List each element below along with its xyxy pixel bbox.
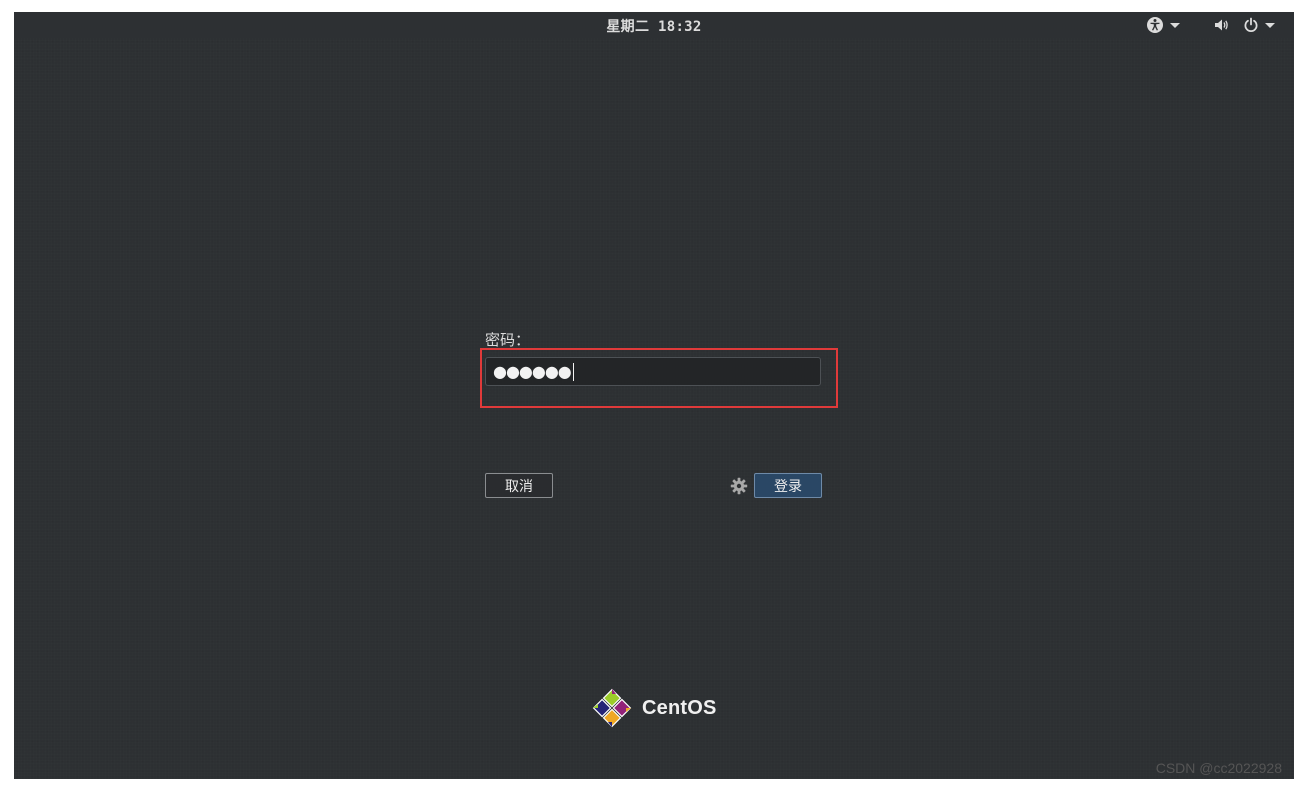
- watermark: CSDN @cc2022928: [1155, 760, 1282, 776]
- volume-indicator[interactable]: [1213, 16, 1229, 34]
- chevron-down-icon: [1170, 22, 1180, 28]
- centos-logo: CentOS: [590, 686, 717, 730]
- password-input[interactable]: ●●●●●●: [485, 357, 821, 386]
- password-label: 密码：: [485, 331, 531, 349]
- cancel-button[interactable]: 取消: [485, 473, 553, 498]
- login-button[interactable]: 登录: [754, 473, 822, 498]
- centos-emblem-icon: [592, 688, 632, 728]
- password-mask: ●●●●●●: [493, 362, 572, 381]
- centos-wordmark: CentOS: [642, 696, 717, 719]
- text-cursor: [572, 362, 574, 381]
- gear-icon[interactable]: [730, 477, 748, 495]
- power-icon: [1244, 17, 1258, 32]
- chevron-down-icon: [1265, 22, 1275, 28]
- accessibility-menu[interactable]: [1146, 16, 1180, 34]
- power-menu[interactable]: [1243, 16, 1275, 34]
- accessibility-icon: [1147, 17, 1163, 33]
- volume-icon: [1215, 19, 1228, 31]
- top-bar: 星期二 18:32: [14, 12, 1294, 38]
- screen-frame: 星期二 18:32 密码： ●●●●●● 取消 登录 CentOS CSDN @…: [0, 0, 1298, 785]
- clock[interactable]: 星期二 18:32: [14, 16, 1294, 36]
